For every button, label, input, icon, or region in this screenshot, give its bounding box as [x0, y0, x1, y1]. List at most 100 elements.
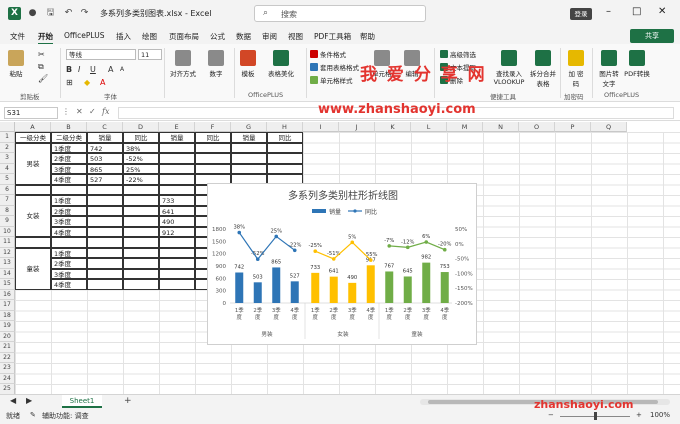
- sales-cell[interactable]: 865: [87, 163, 123, 174]
- pdf-convert-button[interactable]: PDF转换: [624, 50, 650, 78]
- quarter-cell[interactable]: 2季度: [51, 258, 87, 269]
- quarter-cell[interactable]: 4季度: [51, 226, 87, 237]
- sheet-tab-sheet1[interactable]: Sheet1: [62, 395, 102, 408]
- sales-cell[interactable]: [87, 205, 123, 216]
- conditional-format-button[interactable]: 条件格式: [310, 49, 346, 59]
- column-header-g[interactable]: G: [231, 122, 267, 132]
- tab-formulas[interactable]: 公式: [210, 31, 225, 42]
- sales-cell[interactable]: [159, 258, 195, 269]
- row-header-23[interactable]: 23: [0, 363, 15, 374]
- yoy-cell[interactable]: [123, 205, 159, 216]
- combo-chart[interactable]: 多系列多类别柱形折线图 销量 同比 1800 1500 1200 900 600 300 0 50%…: [207, 183, 477, 345]
- yoy-cell[interactable]: [195, 142, 231, 153]
- row-header-19[interactable]: 19: [0, 321, 15, 332]
- advanced-filter-button[interactable]: 高级筛选: [440, 49, 476, 59]
- tab-page-layout[interactable]: 页面布局: [169, 31, 199, 42]
- yoy-cell[interactable]: [123, 268, 159, 279]
- spacer-cell[interactable]: [159, 184, 195, 195]
- yoy-cell[interactable]: -52%: [123, 153, 159, 164]
- column-header-p[interactable]: P: [555, 122, 591, 132]
- font-size-select[interactable]: 11: [138, 49, 162, 60]
- yoy-cell[interactable]: [123, 195, 159, 206]
- restore-icon[interactable]: □: [632, 6, 641, 17]
- table-header-cell[interactable]: 一级分类: [15, 132, 51, 143]
- row-header-18[interactable]: 18: [0, 310, 15, 321]
- next-sheet-icon[interactable]: ▶: [26, 396, 32, 405]
- borders-icon[interactable]: ⊞: [66, 78, 73, 87]
- number-format-button[interactable]: 数字: [208, 50, 224, 78]
- tab-officeplus[interactable]: OfficePLUS: [64, 31, 104, 40]
- tab-help[interactable]: 帮助: [360, 31, 375, 42]
- sales-cell[interactable]: 733: [159, 195, 195, 206]
- row-header-5[interactable]: 5: [0, 174, 15, 185]
- row-header-14[interactable]: 14: [0, 268, 15, 279]
- yoy-cell[interactable]: [195, 163, 231, 174]
- paste-button[interactable]: 粘贴: [8, 50, 24, 78]
- alignment-button[interactable]: 对齐方式: [170, 50, 196, 78]
- table-format-button[interactable]: 套用表格格式: [310, 62, 359, 72]
- row-header-8[interactable]: 8: [0, 205, 15, 216]
- column-header-m[interactable]: M: [447, 122, 483, 132]
- column-header-k[interactable]: K: [375, 122, 411, 132]
- redo-icon[interactable]: ↷: [78, 7, 91, 20]
- row-header-11[interactable]: 11: [0, 237, 15, 248]
- column-header-d[interactable]: D: [123, 122, 159, 132]
- spacer-cell[interactable]: [15, 237, 51, 248]
- column-header-e[interactable]: E: [159, 122, 195, 132]
- sales-cell[interactable]: 527: [87, 174, 123, 185]
- category-cell[interactable]: 童装: [15, 247, 51, 290]
- row-header-9[interactable]: 9: [0, 216, 15, 227]
- column-header-b[interactable]: B: [51, 122, 87, 132]
- yoy-cell[interactable]: [123, 226, 159, 237]
- yoy-cell[interactable]: 25%: [123, 163, 159, 174]
- spacer-cell[interactable]: [123, 237, 159, 248]
- grow-font-icon[interactable]: A: [108, 65, 113, 74]
- yoy-cell[interactable]: [267, 142, 303, 153]
- category-cell[interactable]: 女装: [15, 195, 51, 237]
- spacer-cell[interactable]: [123, 184, 159, 195]
- spacer-cell[interactable]: [15, 184, 51, 195]
- save-icon[interactable]: 🖫: [44, 7, 57, 20]
- quarter-cell[interactable]: 1季度: [51, 142, 87, 153]
- table-header-cell[interactable]: 销量: [87, 132, 123, 143]
- sales-cell[interactable]: [231, 142, 267, 153]
- split-merge-button[interactable]: 拆分合并 表格: [528, 50, 558, 88]
- close-icon[interactable]: ✕: [658, 6, 666, 17]
- yoy-cell[interactable]: [267, 153, 303, 164]
- row-header-7[interactable]: 7: [0, 195, 15, 206]
- quarter-cell[interactable]: 4季度: [51, 174, 87, 185]
- bold-icon[interactable]: B: [66, 65, 72, 74]
- quarter-cell[interactable]: 4季度: [51, 279, 87, 290]
- sales-cell[interactable]: 490: [159, 216, 195, 227]
- fx-icon[interactable]: fx: [102, 107, 109, 116]
- column-header-c[interactable]: C: [87, 122, 123, 132]
- undo-icon[interactable]: ↶: [62, 7, 75, 20]
- tab-insert[interactable]: 插入: [116, 31, 131, 42]
- login-button[interactable]: 登录: [570, 8, 592, 20]
- tab-home[interactable]: 开始: [38, 31, 53, 45]
- sales-cell[interactable]: [159, 268, 195, 279]
- tab-file[interactable]: 文件: [10, 31, 25, 42]
- vlookup-button[interactable]: 查找录入 VLOOKUP: [490, 50, 528, 86]
- yoy-cell[interactable]: 38%: [123, 142, 159, 153]
- yoy-cell[interactable]: [123, 258, 159, 269]
- spacer-cell[interactable]: [87, 237, 123, 248]
- row-header-2[interactable]: 2: [0, 142, 15, 153]
- row-header-4[interactable]: 4: [0, 163, 15, 174]
- cell-style-button[interactable]: 单元格样式: [310, 75, 353, 85]
- image-to-text-button[interactable]: 图片转 文字: [596, 50, 622, 88]
- more-icon[interactable]: ⋮: [62, 107, 70, 116]
- zoom-out-icon[interactable]: −: [548, 411, 554, 419]
- row-header-13[interactable]: 13: [0, 258, 15, 269]
- tab-view[interactable]: 视图: [288, 31, 303, 42]
- sales-cell[interactable]: 503: [87, 153, 123, 164]
- sales-cell[interactable]: [231, 153, 267, 164]
- column-header-o[interactable]: O: [519, 122, 555, 132]
- quarter-cell[interactable]: 1季度: [51, 195, 87, 206]
- cut-icon[interactable]: ✂: [38, 50, 45, 59]
- italic-icon[interactable]: I: [78, 65, 80, 74]
- confirm-icon[interactable]: ✓: [89, 107, 96, 116]
- category-cell[interactable]: 男装: [15, 142, 51, 185]
- table-header-cell[interactable]: 同比: [123, 132, 159, 143]
- row-header-22[interactable]: 22: [0, 352, 15, 363]
